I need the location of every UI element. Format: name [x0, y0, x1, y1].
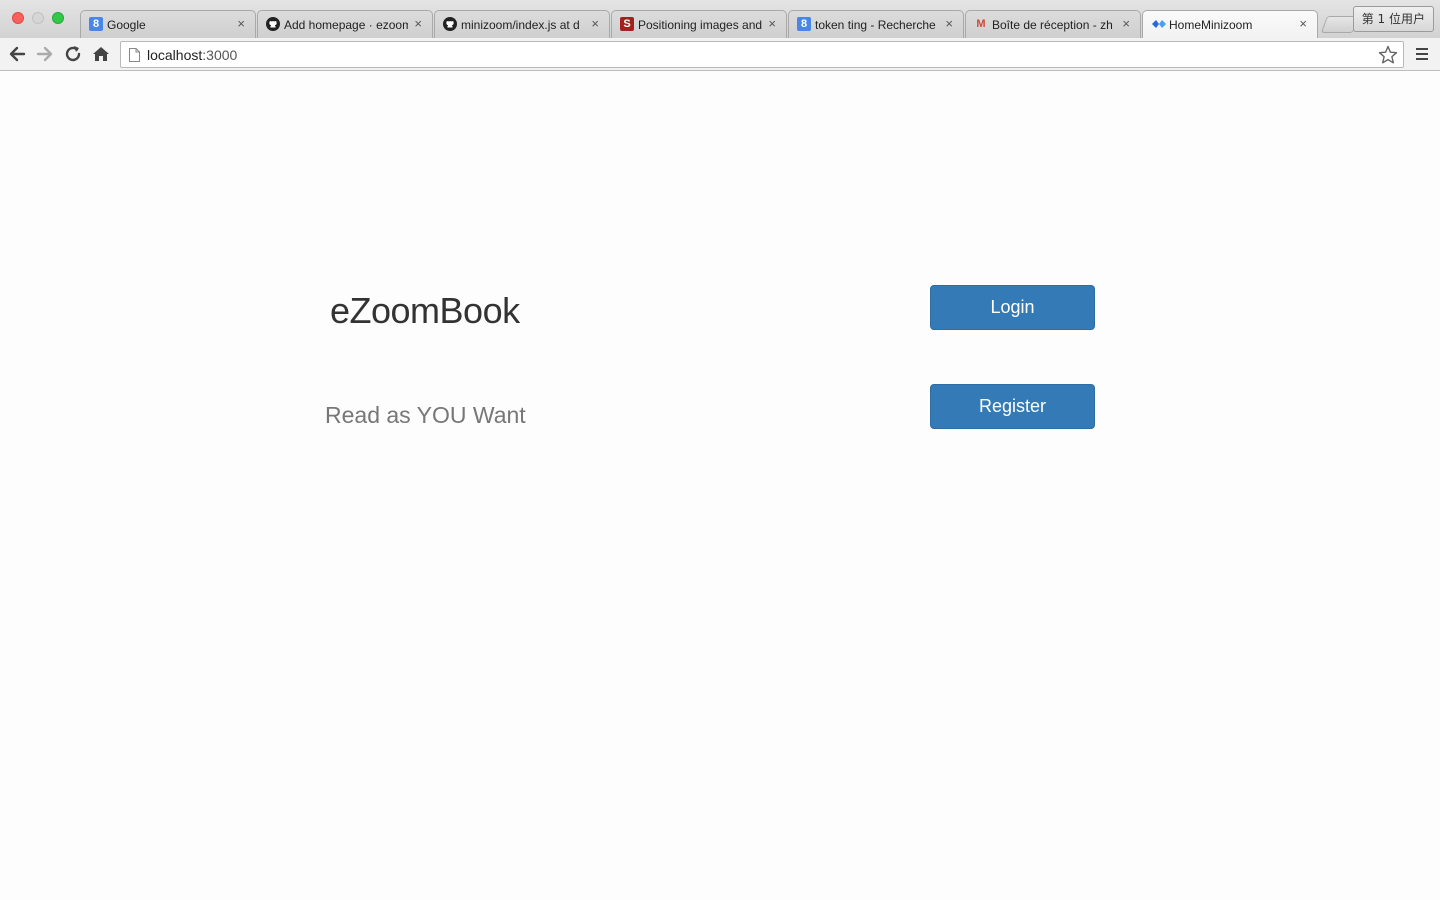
- tab-title: Add homepage · ezoom: [284, 18, 408, 32]
- browser-toolbar: localhost:3000: [0, 38, 1440, 71]
- gmail-icon: M: [976, 18, 986, 30]
- diamond-icon: [1151, 17, 1166, 31]
- stackoverflow-s-icon: S: [620, 17, 634, 31]
- reload-icon[interactable]: [62, 43, 84, 65]
- github-icon: [443, 17, 457, 31]
- tab-close-icon[interactable]: ×: [591, 16, 599, 31]
- tab-token-ting-search[interactable]: 8 token ting - Recherche ×: [788, 10, 964, 38]
- tab-title: Positioning images and: [638, 18, 762, 32]
- maximize-window-button[interactable]: [52, 12, 64, 24]
- browser-titlebar: 8 Google × Add homepage · ezoom × minizo…: [0, 0, 1440, 38]
- tab-github-index-js[interactable]: minizoom/index.js at d ×: [434, 10, 610, 38]
- tab-title: Google: [107, 18, 146, 32]
- tab-homeminizoom[interactable]: HomeMinizoom ×: [1142, 10, 1318, 38]
- tab-close-icon[interactable]: ×: [1122, 16, 1130, 31]
- profile-button[interactable]: 第 1 位用户: [1352, 6, 1434, 32]
- tab-gmail-inbox[interactable]: M Boîte de réception - zh ×: [965, 10, 1141, 38]
- login-button[interactable]: Login: [930, 285, 1095, 330]
- back-arrow-icon[interactable]: [6, 43, 28, 65]
- tab-title: HomeMinizoom: [1169, 18, 1253, 32]
- address-bar[interactable]: localhost:3000: [120, 41, 1404, 68]
- hamburger-menu-icon[interactable]: [1414, 45, 1432, 63]
- home-icon[interactable]: [90, 43, 112, 65]
- google-icon: 8: [89, 17, 103, 31]
- tagline: Read as YOU Want: [325, 402, 526, 428]
- forward-arrow-icon[interactable]: [34, 43, 56, 65]
- tab-title: minizoom/index.js at d: [461, 18, 580, 32]
- url-port: :3000: [202, 47, 238, 63]
- page-viewport: eZoomBook Read as YOU Want Login Registe…: [0, 72, 1440, 900]
- tab-close-icon[interactable]: ×: [768, 16, 776, 31]
- register-button[interactable]: Register: [930, 384, 1095, 429]
- tab-github-add-homepage[interactable]: Add homepage · ezoom ×: [257, 10, 433, 38]
- page-icon: [129, 48, 140, 62]
- bookmark-star-icon[interactable]: [1377, 44, 1399, 66]
- github-icon: [266, 17, 280, 31]
- tab-positioning-images[interactable]: S Positioning images and ×: [611, 10, 787, 38]
- tab-title: token ting - Recherche: [815, 18, 936, 32]
- minimize-window-button[interactable]: [32, 12, 44, 24]
- url-text: localhost:3000: [147, 47, 237, 63]
- url-host: localhost: [147, 47, 203, 63]
- tab-title: Boîte de réception - zh: [992, 18, 1113, 32]
- google-icon: 8: [797, 17, 811, 31]
- tab-close-icon[interactable]: ×: [945, 16, 953, 31]
- brand-title: eZoomBook: [330, 290, 520, 331]
- close-window-button[interactable]: [12, 12, 24, 24]
- tab-close-icon[interactable]: ×: [237, 16, 245, 31]
- tab-google[interactable]: 8 Google ×: [80, 10, 256, 38]
- tab-close-icon[interactable]: ×: [1299, 16, 1307, 31]
- tab-close-icon[interactable]: ×: [414, 16, 422, 31]
